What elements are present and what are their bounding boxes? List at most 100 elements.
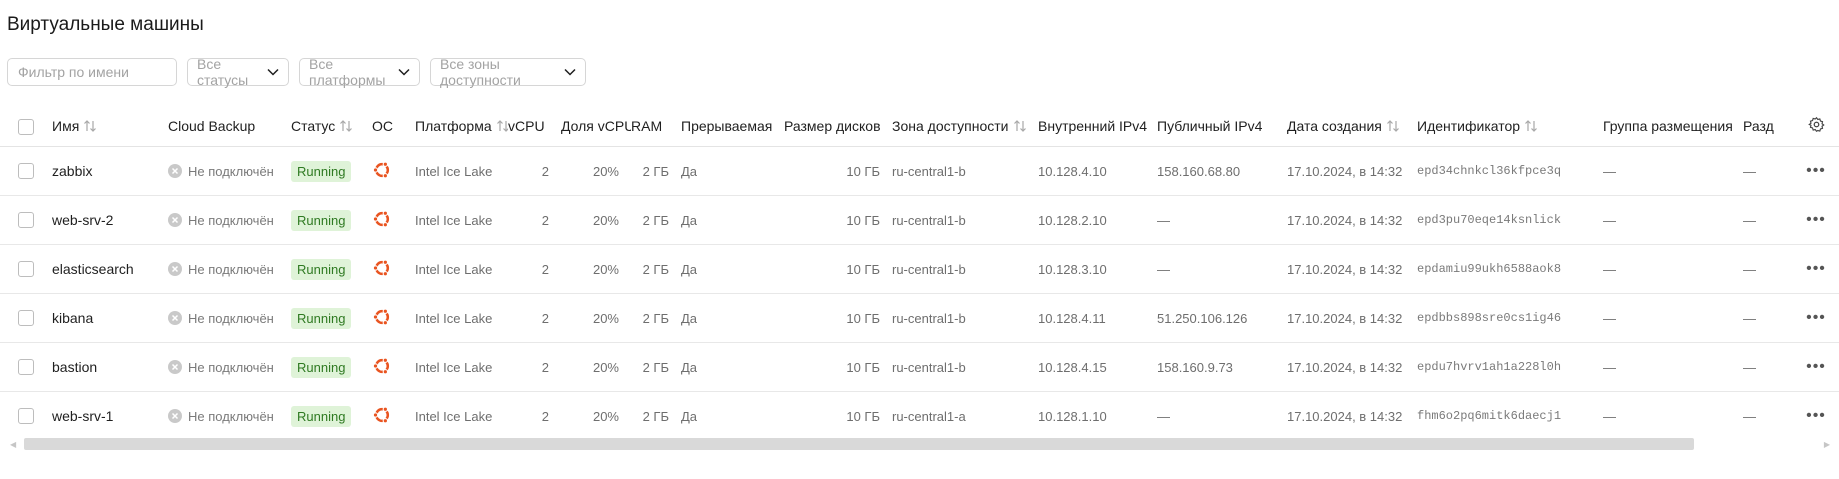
disk-size-cell: 10 ГБ (784, 293, 892, 343)
backup-status: Не подключён (188, 408, 274, 424)
col-created-header[interactable]: Дата создания (1287, 106, 1417, 147)
chevron-down-icon (398, 65, 410, 79)
internal-ip-cell: 10.128.4.11 (1038, 293, 1157, 343)
col-partition-header: Разд (1743, 106, 1793, 147)
col-id-header[interactable]: Идентификатор (1417, 106, 1603, 147)
vm-name[interactable]: kibana (52, 293, 168, 343)
placement-group-cell: — (1603, 146, 1743, 196)
ubuntu-icon (372, 258, 392, 278)
table-row[interactable]: bastion Не подключён Running Intel Ice Lake… (0, 342, 1839, 392)
col-platform-header[interactable]: Платформа (415, 106, 508, 147)
id-cell: fhm6o2pq6mitk6daecj1 (1417, 409, 1562, 423)
x-circle-icon (168, 164, 182, 178)
col-vcpu-share-header: Доля vCPU (561, 106, 631, 147)
ram-cell: 2 ГБ (631, 146, 681, 196)
filters-bar: Все статусы Все платформы Все зоны досту… (7, 56, 586, 88)
created-cell: 17.10.2024, в 14:32 (1287, 244, 1417, 294)
row-checkbox[interactable] (18, 359, 34, 376)
placement-group-cell: — (1603, 244, 1743, 294)
preemptible-cell: Да (681, 195, 784, 245)
created-cell: 17.10.2024, в 14:32 (1287, 408, 1403, 424)
col-internal-ip-header: Внутренний IPv4 (1038, 106, 1157, 147)
status-badge: Running (291, 209, 352, 231)
preemptible-cell: Да (681, 293, 784, 343)
table-row[interactable]: web-srv-1 Не подключён Running Intel Ice La… (0, 392, 1839, 441)
row-checkbox[interactable] (18, 163, 34, 180)
platform-cell: Intel Ice Lake (415, 146, 508, 196)
ubuntu-icon (372, 307, 392, 327)
chevron-down-icon (564, 65, 576, 79)
zone-select[interactable]: Все зоны доступности (430, 56, 586, 88)
vm-name[interactable]: web-srv-2 (52, 195, 168, 245)
col-backup-header: Cloud Backup (168, 106, 291, 147)
ram-cell: 2 ГБ (631, 195, 681, 245)
gear-icon[interactable] (1807, 116, 1825, 134)
partition-cell: — (1743, 408, 1756, 424)
vcpu-cell: 2 (508, 195, 561, 245)
more-icon[interactable]: ••• (1793, 195, 1839, 245)
table-row[interactable]: kibana Не подключён Running Intel Ice Lake 2… (0, 293, 1839, 343)
vm-name[interactable]: elasticsearch (52, 244, 168, 294)
col-preemptible-header: Прерываемая (681, 106, 784, 147)
created-cell: 17.10.2024, в 14:32 (1287, 342, 1417, 392)
horizontal-scrollbar[interactable]: ◀ ▶ (10, 438, 1830, 452)
zone-cell: ru-central1-b (892, 146, 1038, 196)
backup-status: Не подключён (188, 261, 274, 277)
table-row[interactable]: elasticsearch Не подключён Running Intel Ic… (0, 244, 1839, 294)
preemptible-cell: Да (681, 408, 698, 424)
vm-name[interactable]: zabbix (52, 146, 168, 196)
internal-ip-cell: 10.128.2.10 (1038, 195, 1157, 245)
platform-cell: Intel Ice Lake (415, 342, 508, 392)
platform-cell: Intel Ice Lake (415, 195, 508, 245)
internal-ip-cell: 10.128.1.10 (1038, 408, 1107, 424)
chevron-down-icon (267, 65, 279, 79)
zone-select-value: Все зоны доступности (440, 56, 521, 88)
row-checkbox[interactable] (18, 212, 34, 229)
disk-size-cell: 10 ГБ (784, 244, 892, 294)
status-badge: Running (291, 307, 352, 329)
row-checkbox[interactable] (18, 261, 34, 278)
scroll-right-arrow-icon[interactable]: ▶ (1824, 440, 1830, 449)
ubuntu-icon (372, 405, 392, 425)
col-name-header[interactable]: Имя (52, 106, 168, 147)
backup-status: Не подключён (188, 310, 274, 326)
status-select-value: Все статусы (197, 56, 249, 88)
vcpu-cell: 2 (508, 293, 561, 343)
scrollbar-thumb[interactable] (24, 438, 1694, 450)
row-checkbox[interactable] (18, 408, 34, 425)
vcpu-cell: 2 (541, 408, 549, 424)
ram-cell: 2 ГБ (631, 244, 681, 294)
platform-cell: Intel Ice Lake (415, 408, 493, 424)
ram-cell: 2 ГБ (631, 293, 681, 343)
ram-cell: 2 ГБ (631, 342, 681, 392)
table-row[interactable]: web-srv-2 Не подключён Running Intel Ice La… (0, 195, 1839, 245)
internal-ip-cell: 10.128.4.15 (1038, 342, 1157, 392)
backup-status: Не подключён (188, 359, 274, 375)
created-cell: 17.10.2024, в 14:32 (1287, 146, 1417, 196)
vm-name[interactable]: web-srv-1 (52, 392, 168, 441)
partition-cell: — (1743, 342, 1793, 392)
placement-group-cell: — (1603, 195, 1743, 245)
preemptible-cell: Да (681, 146, 784, 196)
sort-icon (496, 120, 508, 132)
id-cell: epdu7hvrv1ah1a228l0h (1417, 342, 1603, 392)
table-row[interactable]: zabbix Не подключён Running Intel Ice Lake 2… (0, 146, 1839, 196)
name-filter-input[interactable] (7, 58, 177, 86)
more-icon[interactable]: ••• (1793, 342, 1839, 392)
platform-select-value: Все платформы (309, 56, 386, 88)
scroll-left-arrow-icon[interactable]: ◀ (10, 440, 16, 449)
vcpu-share-cell: 20% (561, 293, 631, 343)
more-icon[interactable]: ••• (1793, 392, 1839, 441)
status-select[interactable]: Все статусы (187, 56, 289, 88)
select-all-checkbox[interactable] (18, 118, 34, 135)
platform-select[interactable]: Все платформы (299, 56, 420, 88)
col-zone-header[interactable]: Зона доступности (892, 106, 1038, 147)
more-icon[interactable]: ••• (1793, 244, 1839, 294)
more-icon[interactable]: ••• (1793, 146, 1839, 196)
col-status-header[interactable]: Статус (291, 106, 372, 147)
more-icon[interactable]: ••• (1793, 293, 1839, 343)
status-badge: Running (291, 356, 352, 378)
vm-name[interactable]: bastion (52, 342, 168, 392)
status-badge: Running (291, 160, 352, 182)
row-checkbox[interactable] (18, 310, 34, 327)
